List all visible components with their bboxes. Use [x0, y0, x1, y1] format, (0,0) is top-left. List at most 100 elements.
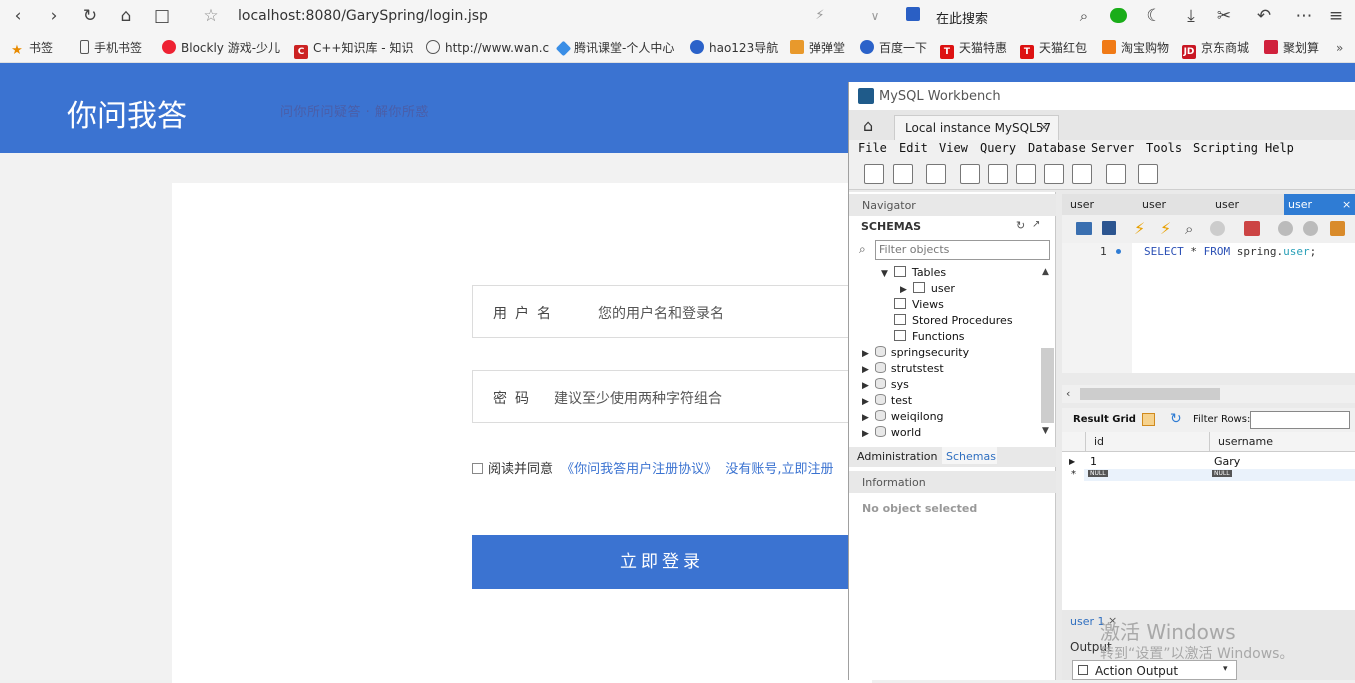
create-procedure-icon[interactable]	[1044, 164, 1064, 184]
tree-tables[interactable]: ▼ Tables	[881, 266, 946, 279]
result-grid[interactable]: id username ▶ 1 Gary * NULL NULL	[1062, 432, 1355, 612]
menu-query[interactable]: Query	[980, 141, 1016, 155]
connection-tab[interactable]: Local instance MySQL57 ×	[894, 115, 1059, 140]
create-function-icon[interactable]	[1072, 164, 1092, 184]
menu-file[interactable]: File	[858, 141, 887, 155]
open-sql-icon[interactable]	[893, 164, 913, 184]
editor-tab[interactable]: user	[1142, 198, 1166, 211]
scissors-icon[interactable]: ✂	[1214, 6, 1234, 26]
bookmark-item[interactable]: JD 京东商城	[1182, 40, 1249, 59]
tree-schema[interactable]: ▶ world	[862, 426, 921, 439]
editor-tab[interactable]: user	[1215, 198, 1239, 211]
execute-icon[interactable]: ⚡	[1134, 219, 1145, 238]
inspector-icon[interactable]	[926, 164, 946, 184]
password-input[interactable]: 建议至少使用两种字符组合	[554, 388, 722, 408]
download-icon[interactable]: ⤓	[1181, 6, 1201, 26]
lightning-icon[interactable]: ⚡	[810, 6, 830, 26]
bookmark-item[interactable]: 淘宝购物	[1102, 40, 1169, 56]
refresh-icon[interactable]: ↻	[80, 6, 100, 26]
expand-icon[interactable]: ↗	[1032, 219, 1040, 230]
tree-schema[interactable]: ▶ test	[862, 394, 912, 407]
bookmark-item[interactable]: T 天猫红包	[1020, 40, 1087, 59]
reconnect-icon[interactable]	[1138, 164, 1158, 184]
tree-schema[interactable]: ▶ springsecurity	[862, 346, 969, 359]
menu-icon[interactable]: ≡	[1326, 6, 1346, 26]
username-field[interactable]: 用户名 您的用户名和登录名	[472, 285, 862, 338]
column-header-username[interactable]: username	[1210, 432, 1355, 452]
refresh-icon[interactable]: ↻	[1016, 219, 1025, 232]
scroll-up-icon[interactable]: ▲	[1042, 267, 1049, 277]
sql-text[interactable]: SELECT * FROM spring.user;	[1144, 245, 1316, 258]
tree-stored-procedures[interactable]: Stored Procedures	[894, 314, 1013, 327]
more-bookmarks-icon[interactable]: »	[1336, 40, 1343, 56]
tab-administration[interactable]: Administration	[857, 450, 938, 463]
hscroll-thumb[interactable]	[1080, 388, 1220, 400]
bookmark-item[interactable]: 腾讯课堂-个人中心	[555, 40, 674, 57]
create-schema-icon[interactable]	[960, 164, 980, 184]
search-input[interactable]: 在此搜索	[936, 8, 988, 27]
autocommit-icon[interactable]	[1330, 221, 1345, 236]
tree-schema[interactable]: ▶ sys	[862, 378, 909, 391]
star-icon[interactable]: ☆	[201, 6, 221, 26]
navigator-scrollbar[interactable]	[1041, 348, 1054, 423]
login-button[interactable]: 立即登录	[472, 535, 852, 589]
scroll-down-icon[interactable]: ▼	[1042, 426, 1049, 436]
home-icon[interactable]: ⌂	[116, 6, 136, 26]
grid-icon[interactable]	[1142, 413, 1155, 426]
editor-hscrollbar[interactable]: ‹	[1062, 385, 1355, 403]
wechat-icon[interactable]	[1110, 8, 1127, 23]
home-icon[interactable]: ⌂	[863, 116, 873, 135]
bookmark-item[interactable]: Blockly 游戏-少儿	[162, 40, 280, 56]
tree-views[interactable]: Views	[894, 298, 944, 311]
menu-tools[interactable]: Tools	[1146, 141, 1182, 155]
password-field[interactable]: 密码 建议至少使用两种字符组合	[472, 370, 862, 423]
bookmark-item[interactable]: 手机书签	[80, 40, 142, 56]
back-icon[interactable]: ‹	[8, 6, 28, 26]
sql-editor[interactable]: 1 SELECT * FROM spring.user;	[1062, 243, 1355, 373]
address-bar[interactable]: localhost:8080/GarySpring/login.jsp	[238, 8, 488, 24]
bookmark-item[interactable]: C C++知识库 - 知识	[294, 40, 413, 59]
more-icon[interactable]: ⋯	[1294, 6, 1314, 26]
tree-functions[interactable]: Functions	[894, 330, 965, 343]
bookmark-item[interactable]: 百度一下	[860, 40, 927, 56]
result-grid-label[interactable]: Result Grid	[1073, 414, 1136, 425]
editor-tab-active[interactable]: user ×	[1284, 194, 1355, 215]
search-icon[interactable]: ⌕	[1074, 6, 1094, 26]
undo-icon[interactable]: ↶	[1254, 6, 1274, 26]
agree-checkbox[interactable]	[472, 463, 483, 474]
close-icon[interactable]: ×	[1039, 120, 1049, 134]
username-input[interactable]: 您的用户名和登录名	[598, 303, 724, 323]
filter-rows-input[interactable]	[1250, 411, 1350, 429]
menu-help[interactable]: Help	[1265, 141, 1294, 155]
bookmark-item[interactable]: hao123导航	[690, 40, 778, 56]
open-file-icon[interactable]	[1076, 222, 1092, 235]
bookmark-item[interactable]: T 天猫特惠	[940, 40, 1007, 59]
toggle-icon[interactable]	[1244, 221, 1260, 236]
menu-view[interactable]: View	[939, 141, 968, 155]
tree-user-table[interactable]: ▶ user	[900, 282, 955, 295]
chevron-down-icon[interactable]: ∨	[865, 6, 885, 26]
tree-schema[interactable]: ▶ strutstest	[862, 362, 944, 375]
cell-id[interactable]: 1	[1090, 455, 1097, 468]
chevron-left-icon[interactable]: ‹	[1066, 387, 1070, 400]
menu-server[interactable]: Server	[1091, 141, 1134, 155]
refresh-icon[interactable]: ↻	[1170, 411, 1182, 427]
bookmark-item[interactable]: 聚划算	[1264, 40, 1319, 56]
column-header-id[interactable]: id	[1086, 432, 1210, 452]
menu-scripting[interactable]: Scripting	[1193, 141, 1258, 155]
forward-icon[interactable]: ›	[44, 6, 64, 26]
menu-edit[interactable]: Edit	[899, 141, 928, 155]
bookmark-item[interactable]: ★ 书签	[10, 40, 53, 58]
search-table-icon[interactable]	[1106, 164, 1126, 184]
reader-icon[interactable]: □	[152, 6, 172, 26]
tab-schemas[interactable]: Schemas	[942, 447, 997, 464]
commit-icon[interactable]	[1278, 221, 1293, 236]
execute-current-icon[interactable]: ⚡	[1160, 219, 1171, 238]
bookmark-item[interactable]: 弹弹堂	[790, 40, 845, 56]
stop-icon[interactable]	[1210, 221, 1225, 236]
rollback-icon[interactable]	[1303, 221, 1318, 236]
moon-icon[interactable]: ☾	[1144, 6, 1164, 26]
save-icon[interactable]	[1102, 221, 1116, 235]
close-icon[interactable]: ×	[1342, 198, 1351, 211]
create-table-icon[interactable]	[988, 164, 1008, 184]
